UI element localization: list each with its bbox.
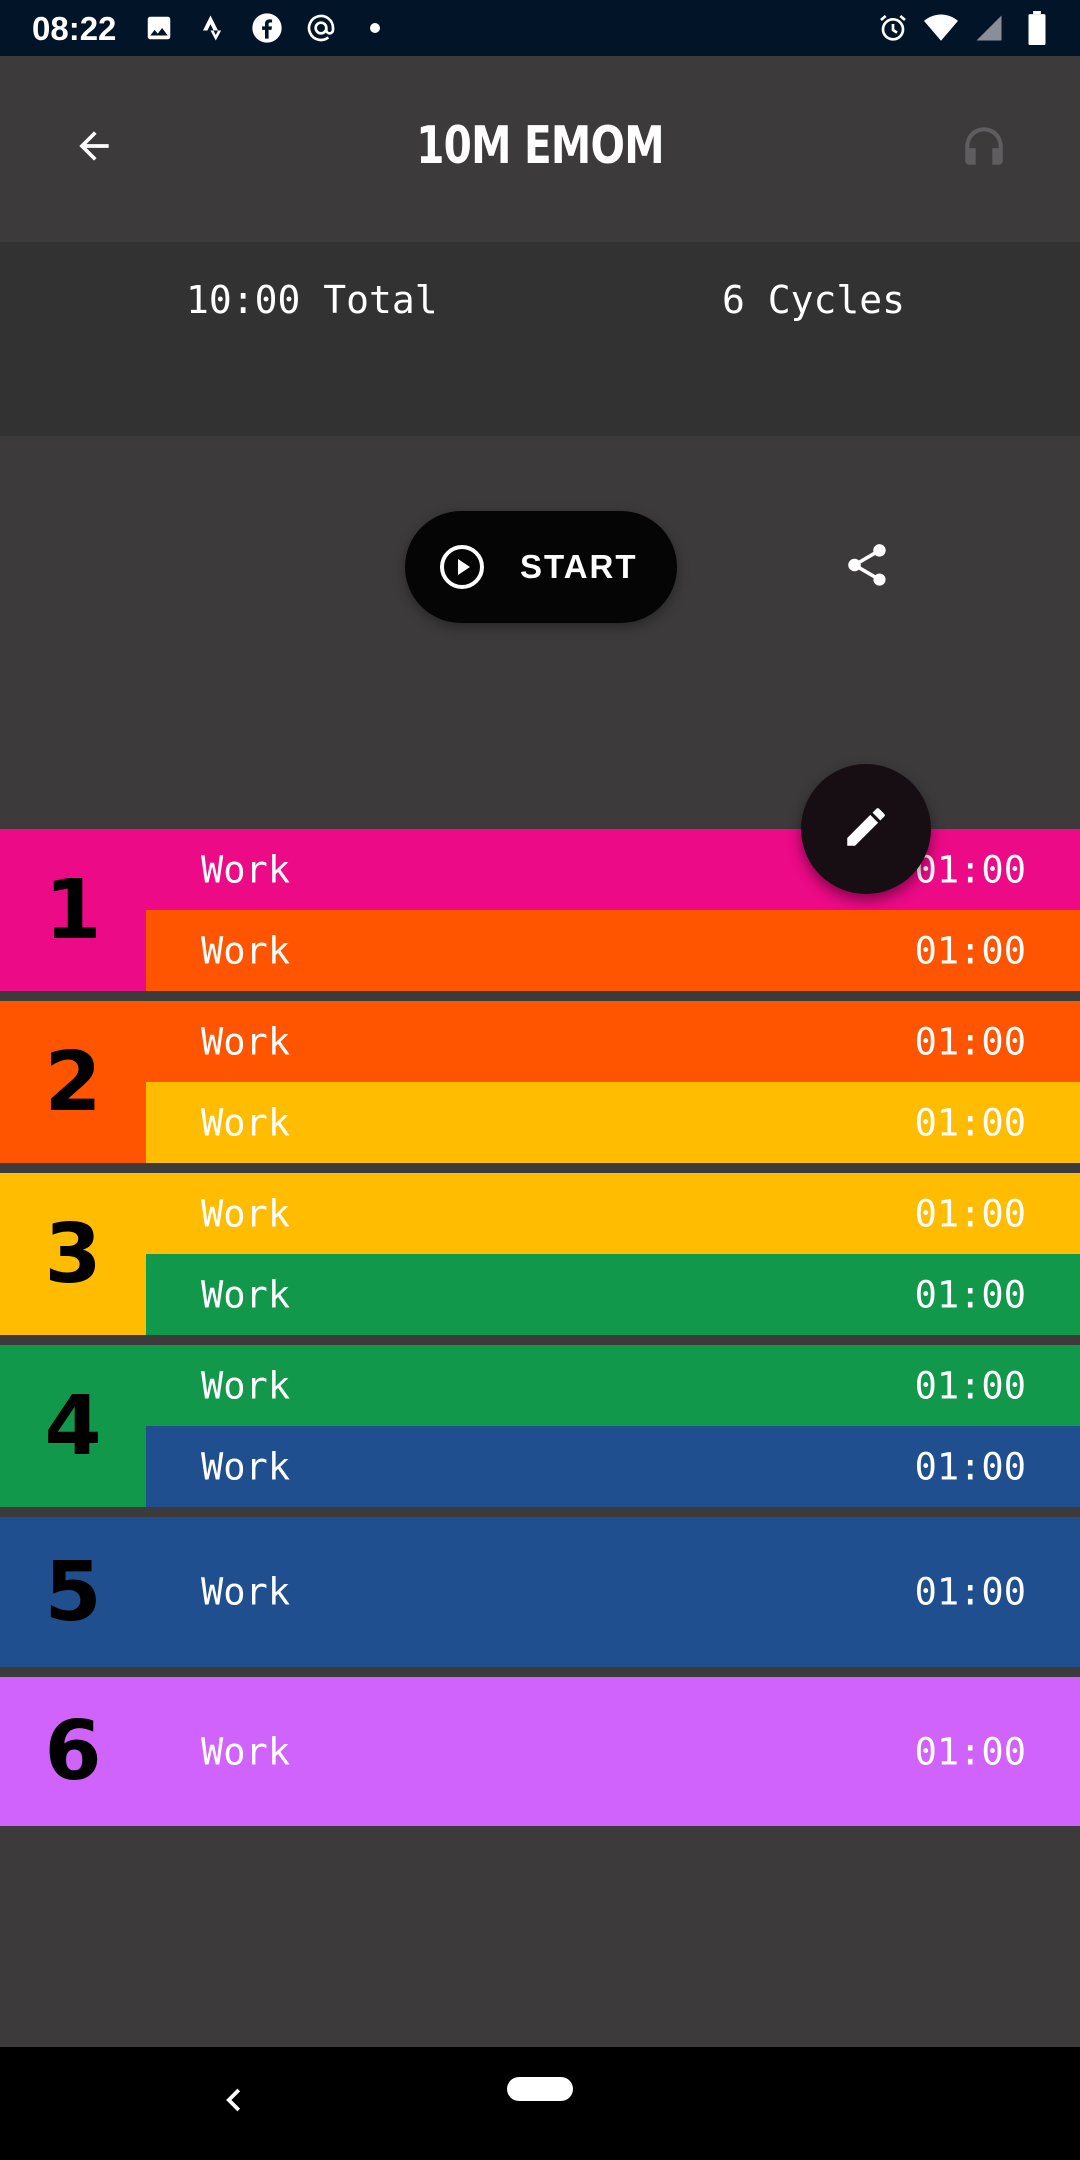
interval-label: Work <box>201 1570 291 1614</box>
interval-time: 01:00 <box>914 1445 1026 1488</box>
share-button[interactable] <box>838 538 896 596</box>
wifi-icon <box>924 11 958 45</box>
interval-row[interactable]: Work 01:00 <box>146 1677 1080 1826</box>
start-button[interactable]: START <box>405 511 677 623</box>
strava-icon <box>196 11 230 45</box>
interval-row[interactable]: Work 01:00 <box>146 1082 1080 1163</box>
cycle-number: 1 <box>44 862 102 958</box>
pencil-icon <box>841 802 891 856</box>
page-title: 10M EMOM <box>416 116 664 176</box>
interval-time: 01:00 <box>914 1570 1026 1614</box>
cycle-5[interactable]: 5 Work 01:00 <box>0 1517 1080 1667</box>
total-duration: 10:00 Total <box>186 278 438 322</box>
cycle-count: 6 Cycles <box>722 278 906 322</box>
audio-settings-button[interactable] <box>950 114 1018 182</box>
edit-button[interactable] <box>801 764 931 894</box>
notification-icons <box>142 10 392 46</box>
cycle-3[interactable]: 3 Work 01:00 Work 01:00 <box>0 1173 1080 1335</box>
system-nav-bar <box>0 2047 1080 2160</box>
battery-icon <box>1020 11 1054 45</box>
interval-time: 01:00 <box>914 1273 1026 1316</box>
cycle-number: 5 <box>44 1544 102 1640</box>
alarm-icon <box>876 11 910 45</box>
interval-row[interactable]: Work 01:00 <box>146 1001 1080 1082</box>
status-bar: 08:22 <box>0 0 1080 56</box>
interval-label: Work <box>201 1101 291 1144</box>
play-circle-icon <box>440 545 484 589</box>
interval-time: 01:00 <box>914 1192 1026 1235</box>
interval-label: Work <box>201 1364 291 1407</box>
home-pill[interactable] <box>507 2077 573 2101</box>
interval-label: Work <box>201 929 291 972</box>
interval-time: 01:00 <box>914 1101 1026 1144</box>
start-label: START <box>520 548 638 585</box>
headphones-icon <box>959 121 1009 175</box>
system-icons <box>876 10 1054 46</box>
cycle-number: 3 <box>44 1206 102 1302</box>
interval-time: 01:00 <box>914 848 1026 891</box>
interval-row[interactable]: Work 01:00 <box>146 829 1080 910</box>
dot-icon <box>358 11 392 45</box>
interval-label: Work <box>201 1192 291 1235</box>
interval-row[interactable]: Work 01:00 <box>146 1254 1080 1335</box>
back-button[interactable] <box>60 114 128 182</box>
interval-time: 01:00 <box>914 1730 1026 1773</box>
arrow-back-icon <box>72 124 116 172</box>
interval-row[interactable]: Work 01:00 <box>146 1426 1080 1507</box>
workout-summary: 10:00 Total 6 Cycles <box>0 242 1080 436</box>
app-bar: 10M EMOM <box>0 56 1080 242</box>
interval-label: Work <box>201 848 291 891</box>
interval-label: Work <box>201 1273 291 1316</box>
image-icon <box>142 11 176 45</box>
interval-label: Work <box>201 1730 291 1773</box>
cycle-6[interactable]: 6 Work 01:00 <box>0 1677 1080 1826</box>
chevron-left-icon <box>220 2085 250 2119</box>
signal-icon <box>972 11 1006 45</box>
cycle-4[interactable]: 4 Work 01:00 Work 01:00 <box>0 1345 1080 1507</box>
interval-time: 01:00 <box>914 1020 1026 1063</box>
interval-row[interactable]: Work 01:00 <box>146 1345 1080 1426</box>
cycle-2[interactable]: 2 Work 01:00 Work 01:00 <box>0 1001 1080 1163</box>
interval-row[interactable]: Work 01:00 <box>146 910 1080 991</box>
cycle-number: 6 <box>44 1704 102 1799</box>
interval-time: 01:00 <box>914 929 1026 972</box>
at-icon <box>304 11 338 45</box>
interval-row[interactable]: Work 01:00 <box>146 1173 1080 1254</box>
cycle-number: 2 <box>44 1034 102 1130</box>
interval-label: Work <box>201 1020 291 1063</box>
interval-time: 01:00 <box>914 1364 1026 1407</box>
interval-label: Work <box>201 1445 291 1488</box>
status-time: 08:22 <box>32 10 117 47</box>
interval-row[interactable]: Work 01:00 <box>146 1517 1080 1667</box>
cycle-number: 4 <box>44 1378 102 1474</box>
nav-back-button[interactable] <box>210 2077 260 2127</box>
share-icon <box>842 540 892 594</box>
facebook-icon <box>250 11 284 45</box>
